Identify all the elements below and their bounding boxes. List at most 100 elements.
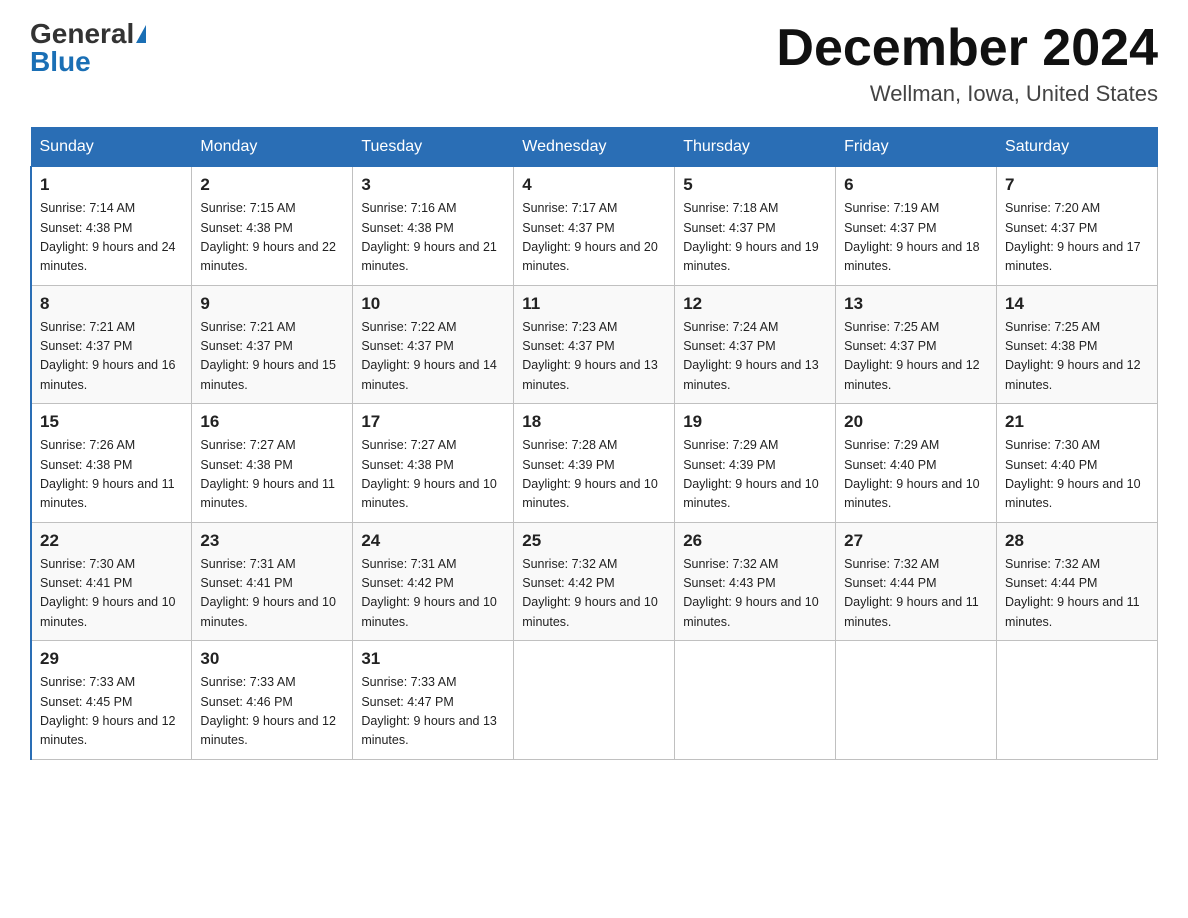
weekday-header-cell: Saturday <box>997 128 1158 167</box>
day-info: Sunrise: 7:32 AMSunset: 4:42 PMDaylight:… <box>522 555 666 633</box>
day-info: Sunrise: 7:17 AMSunset: 4:37 PMDaylight:… <box>522 199 666 277</box>
day-number: 31 <box>361 649 505 669</box>
day-info: Sunrise: 7:31 AMSunset: 4:41 PMDaylight:… <box>200 555 344 633</box>
day-number: 30 <box>200 649 344 669</box>
day-number: 15 <box>40 412 183 432</box>
day-info: Sunrise: 7:33 AMSunset: 4:45 PMDaylight:… <box>40 673 183 751</box>
calendar-day-cell <box>514 641 675 760</box>
calendar-day-cell: 28Sunrise: 7:32 AMSunset: 4:44 PMDayligh… <box>997 522 1158 641</box>
day-info: Sunrise: 7:15 AMSunset: 4:38 PMDaylight:… <box>200 199 344 277</box>
day-number: 7 <box>1005 175 1149 195</box>
day-number: 19 <box>683 412 827 432</box>
weekday-header-cell: Tuesday <box>353 128 514 167</box>
calendar-day-cell: 11 Sunrise: 7:23 AMSunset: 4:37 PMDayligh… <box>514 285 675 404</box>
day-number: 28 <box>1005 531 1149 551</box>
calendar-table: SundayMondayTuesdayWednesdayThursdayFrid… <box>30 127 1158 760</box>
day-info: Sunrise: 7:30 AMSunset: 4:41 PMDaylight:… <box>40 555 183 633</box>
calendar-day-cell: 12 Sunrise: 7:24 AMSunset: 4:37 PMDayligh… <box>675 285 836 404</box>
calendar-day-cell: 27Sunrise: 7:32 AMSunset: 4:44 PMDayligh… <box>836 522 997 641</box>
day-info: Sunrise: 7:27 AMSunset: 4:38 PMDaylight:… <box>200 436 344 514</box>
day-number: 2 <box>200 175 344 195</box>
calendar-day-cell: 1Sunrise: 7:14 AMSunset: 4:38 PMDaylight… <box>31 167 192 286</box>
day-number: 20 <box>844 412 988 432</box>
day-number: 12 <box>683 294 827 314</box>
day-number: 25 <box>522 531 666 551</box>
location-text: Wellman, Iowa, United States <box>776 81 1158 107</box>
calendar-day-cell: 26 Sunrise: 7:32 AMSunset: 4:43 PMDayligh… <box>675 522 836 641</box>
calendar-week-row: 22 Sunrise: 7:30 AMSunset: 4:41 PMDayligh… <box>31 522 1158 641</box>
day-number: 22 <box>40 531 183 551</box>
calendar-day-cell: 3 Sunrise: 7:16 AMSunset: 4:38 PMDaylight… <box>353 167 514 286</box>
day-info: Sunrise: 7:25 AMSunset: 4:37 PMDaylight:… <box>844 318 988 396</box>
calendar-day-cell: 29 Sunrise: 7:33 AMSunset: 4:45 PMDayligh… <box>31 641 192 760</box>
calendar-week-row: 15 Sunrise: 7:26 AMSunset: 4:38 PMDayligh… <box>31 404 1158 523</box>
day-info: Sunrise: 7:16 AMSunset: 4:38 PMDaylight:… <box>361 199 505 277</box>
day-number: 27 <box>844 531 988 551</box>
day-info: Sunrise: 7:28 AMSunset: 4:39 PMDaylight:… <box>522 436 666 514</box>
day-number: 10 <box>361 294 505 314</box>
day-number: 8 <box>40 294 183 314</box>
calendar-day-cell: 15 Sunrise: 7:26 AMSunset: 4:38 PMDayligh… <box>31 404 192 523</box>
calendar-day-cell: 24Sunrise: 7:31 AMSunset: 4:42 PMDayligh… <box>353 522 514 641</box>
day-info: Sunrise: 7:26 AMSunset: 4:38 PMDaylight:… <box>40 436 183 514</box>
calendar-day-cell: 17 Sunrise: 7:27 AMSunset: 4:38 PMDayligh… <box>353 404 514 523</box>
calendar-day-cell: 25 Sunrise: 7:32 AMSunset: 4:42 PMDayligh… <box>514 522 675 641</box>
day-number: 4 <box>522 175 666 195</box>
calendar-day-cell: 9 Sunrise: 7:21 AMSunset: 4:37 PMDaylight… <box>192 285 353 404</box>
calendar-day-cell: 19Sunrise: 7:29 AMSunset: 4:39 PMDayligh… <box>675 404 836 523</box>
day-info: Sunrise: 7:19 AMSunset: 4:37 PMDaylight:… <box>844 199 988 277</box>
calendar-day-cell: 30 Sunrise: 7:33 AMSunset: 4:46 PMDayligh… <box>192 641 353 760</box>
month-title: December 2024 <box>776 20 1158 77</box>
calendar-day-cell <box>997 641 1158 760</box>
day-number: 1 <box>40 175 183 195</box>
calendar-day-cell: 31 Sunrise: 7:33 AMSunset: 4:47 PMDayligh… <box>353 641 514 760</box>
calendar-day-cell: 5Sunrise: 7:18 AMSunset: 4:37 PMDaylight… <box>675 167 836 286</box>
title-block: December 2024 Wellman, Iowa, United Stat… <box>776 20 1158 107</box>
day-info: Sunrise: 7:32 AMSunset: 4:43 PMDaylight:… <box>683 555 827 633</box>
calendar-day-cell: 21 Sunrise: 7:30 AMSunset: 4:40 PMDayligh… <box>997 404 1158 523</box>
day-number: 17 <box>361 412 505 432</box>
weekday-header-cell: Monday <box>192 128 353 167</box>
day-number: 26 <box>683 531 827 551</box>
day-number: 14 <box>1005 294 1149 314</box>
calendar-week-row: 8 Sunrise: 7:21 AMSunset: 4:37 PMDaylight… <box>31 285 1158 404</box>
day-info: Sunrise: 7:25 AMSunset: 4:38 PMDaylight:… <box>1005 318 1149 396</box>
day-info: Sunrise: 7:20 AMSunset: 4:37 PMDaylight:… <box>1005 199 1149 277</box>
day-number: 3 <box>361 175 505 195</box>
logo-general-text: General <box>30 20 134 48</box>
day-info: Sunrise: 7:21 AMSunset: 4:37 PMDaylight:… <box>200 318 344 396</box>
day-info: Sunrise: 7:33 AMSunset: 4:47 PMDaylight:… <box>361 673 505 751</box>
weekday-header-cell: Sunday <box>31 128 192 167</box>
calendar-day-cell: 18 Sunrise: 7:28 AMSunset: 4:39 PMDayligh… <box>514 404 675 523</box>
day-number: 6 <box>844 175 988 195</box>
calendar-day-cell: 14 Sunrise: 7:25 AMSunset: 4:38 PMDayligh… <box>997 285 1158 404</box>
day-info: Sunrise: 7:29 AMSunset: 4:40 PMDaylight:… <box>844 436 988 514</box>
weekday-header-cell: Wednesday <box>514 128 675 167</box>
day-number: 11 <box>522 294 666 314</box>
calendar-day-cell: 16 Sunrise: 7:27 AMSunset: 4:38 PMDayligh… <box>192 404 353 523</box>
day-number: 29 <box>40 649 183 669</box>
calendar-day-cell: 6 Sunrise: 7:19 AMSunset: 4:37 PMDaylight… <box>836 167 997 286</box>
day-number: 16 <box>200 412 344 432</box>
day-info: Sunrise: 7:22 AMSunset: 4:37 PMDaylight:… <box>361 318 505 396</box>
day-number: 13 <box>844 294 988 314</box>
day-info: Sunrise: 7:31 AMSunset: 4:42 PMDaylight:… <box>361 555 505 633</box>
calendar-day-cell <box>675 641 836 760</box>
day-number: 18 <box>522 412 666 432</box>
day-number: 9 <box>200 294 344 314</box>
day-info: Sunrise: 7:33 AMSunset: 4:46 PMDaylight:… <box>200 673 344 751</box>
logo: General Blue <box>30 20 146 76</box>
weekday-header-row: SundayMondayTuesdayWednesdayThursdayFrid… <box>31 128 1158 167</box>
day-info: Sunrise: 7:30 AMSunset: 4:40 PMDaylight:… <box>1005 436 1149 514</box>
day-number: 21 <box>1005 412 1149 432</box>
day-info: Sunrise: 7:23 AMSunset: 4:37 PMDaylight:… <box>522 318 666 396</box>
calendar-day-cell: 10 Sunrise: 7:22 AMSunset: 4:37 PMDayligh… <box>353 285 514 404</box>
day-number: 23 <box>200 531 344 551</box>
day-info: Sunrise: 7:24 AMSunset: 4:37 PMDaylight:… <box>683 318 827 396</box>
weekday-header-cell: Friday <box>836 128 997 167</box>
day-info: Sunrise: 7:27 AMSunset: 4:38 PMDaylight:… <box>361 436 505 514</box>
logo-blue-text: Blue <box>30 48 91 76</box>
calendar-week-row: 29 Sunrise: 7:33 AMSunset: 4:45 PMDayligh… <box>31 641 1158 760</box>
day-info: Sunrise: 7:21 AMSunset: 4:37 PMDaylight:… <box>40 318 183 396</box>
calendar-day-cell: 8 Sunrise: 7:21 AMSunset: 4:37 PMDaylight… <box>31 285 192 404</box>
